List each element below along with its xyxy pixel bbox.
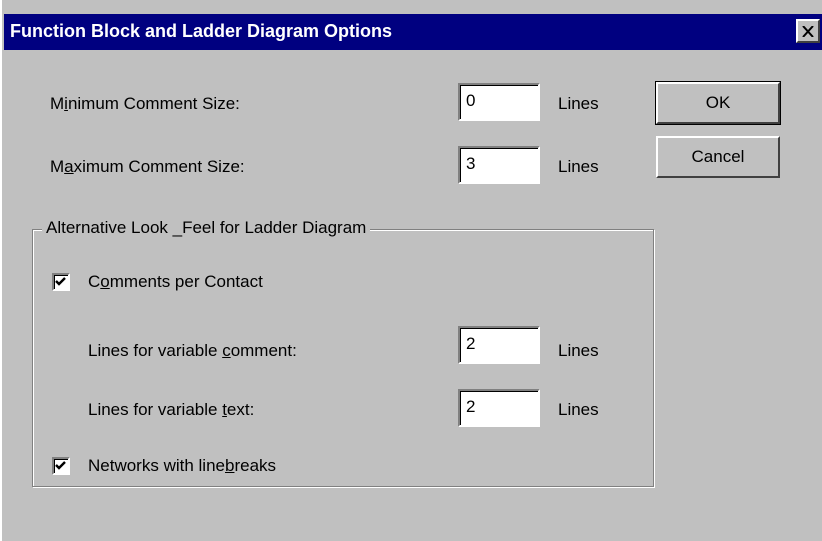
min-comment-size-unit: Lines bbox=[558, 94, 599, 113]
close-button[interactable] bbox=[796, 19, 820, 43]
comments-per-contact-checkbox[interactable] bbox=[52, 273, 70, 291]
checkmark-icon bbox=[55, 461, 66, 470]
var-text-lines-input[interactable]: 2 bbox=[458, 389, 540, 427]
max-comment-size-label: Maximum Comment Size: bbox=[50, 157, 245, 176]
var-text-lines-label: Lines for variable text: bbox=[88, 400, 255, 419]
var-comment-lines-unit: Lines bbox=[558, 341, 599, 360]
groupbox-title: Alternative Look _Feel for Ladder Diagra… bbox=[42, 218, 371, 238]
min-comment-size-label: Minimum Comment Size: bbox=[50, 94, 240, 113]
min-comment-size-input[interactable]: 0 bbox=[458, 83, 540, 121]
checkmark-icon bbox=[55, 277, 66, 286]
var-text-lines-unit: Lines bbox=[558, 400, 599, 419]
ok-button[interactable]: OK bbox=[655, 81, 781, 125]
title-bar[interactable]: Function Block and Ladder Diagram Option… bbox=[4, 14, 822, 50]
cancel-button[interactable]: Cancel bbox=[656, 136, 780, 178]
var-comment-lines-label: Lines for variable comment: bbox=[88, 341, 297, 360]
max-comment-size-input[interactable]: 3 bbox=[458, 146, 540, 184]
networks-linebreaks-label[interactable]: Networks with linebreaks bbox=[88, 456, 276, 476]
options-dialog: Function Block and Ladder Diagram Option… bbox=[0, 0, 822, 541]
dialog-title: Function Block and Ladder Diagram Option… bbox=[10, 21, 393, 41]
networks-linebreaks-checkbox[interactable] bbox=[52, 457, 70, 475]
comments-per-contact-label[interactable]: Comments per Contact bbox=[88, 272, 263, 292]
var-comment-lines-input[interactable]: 2 bbox=[458, 326, 540, 364]
close-icon bbox=[802, 25, 814, 37]
max-comment-size-unit: Lines bbox=[558, 157, 599, 176]
